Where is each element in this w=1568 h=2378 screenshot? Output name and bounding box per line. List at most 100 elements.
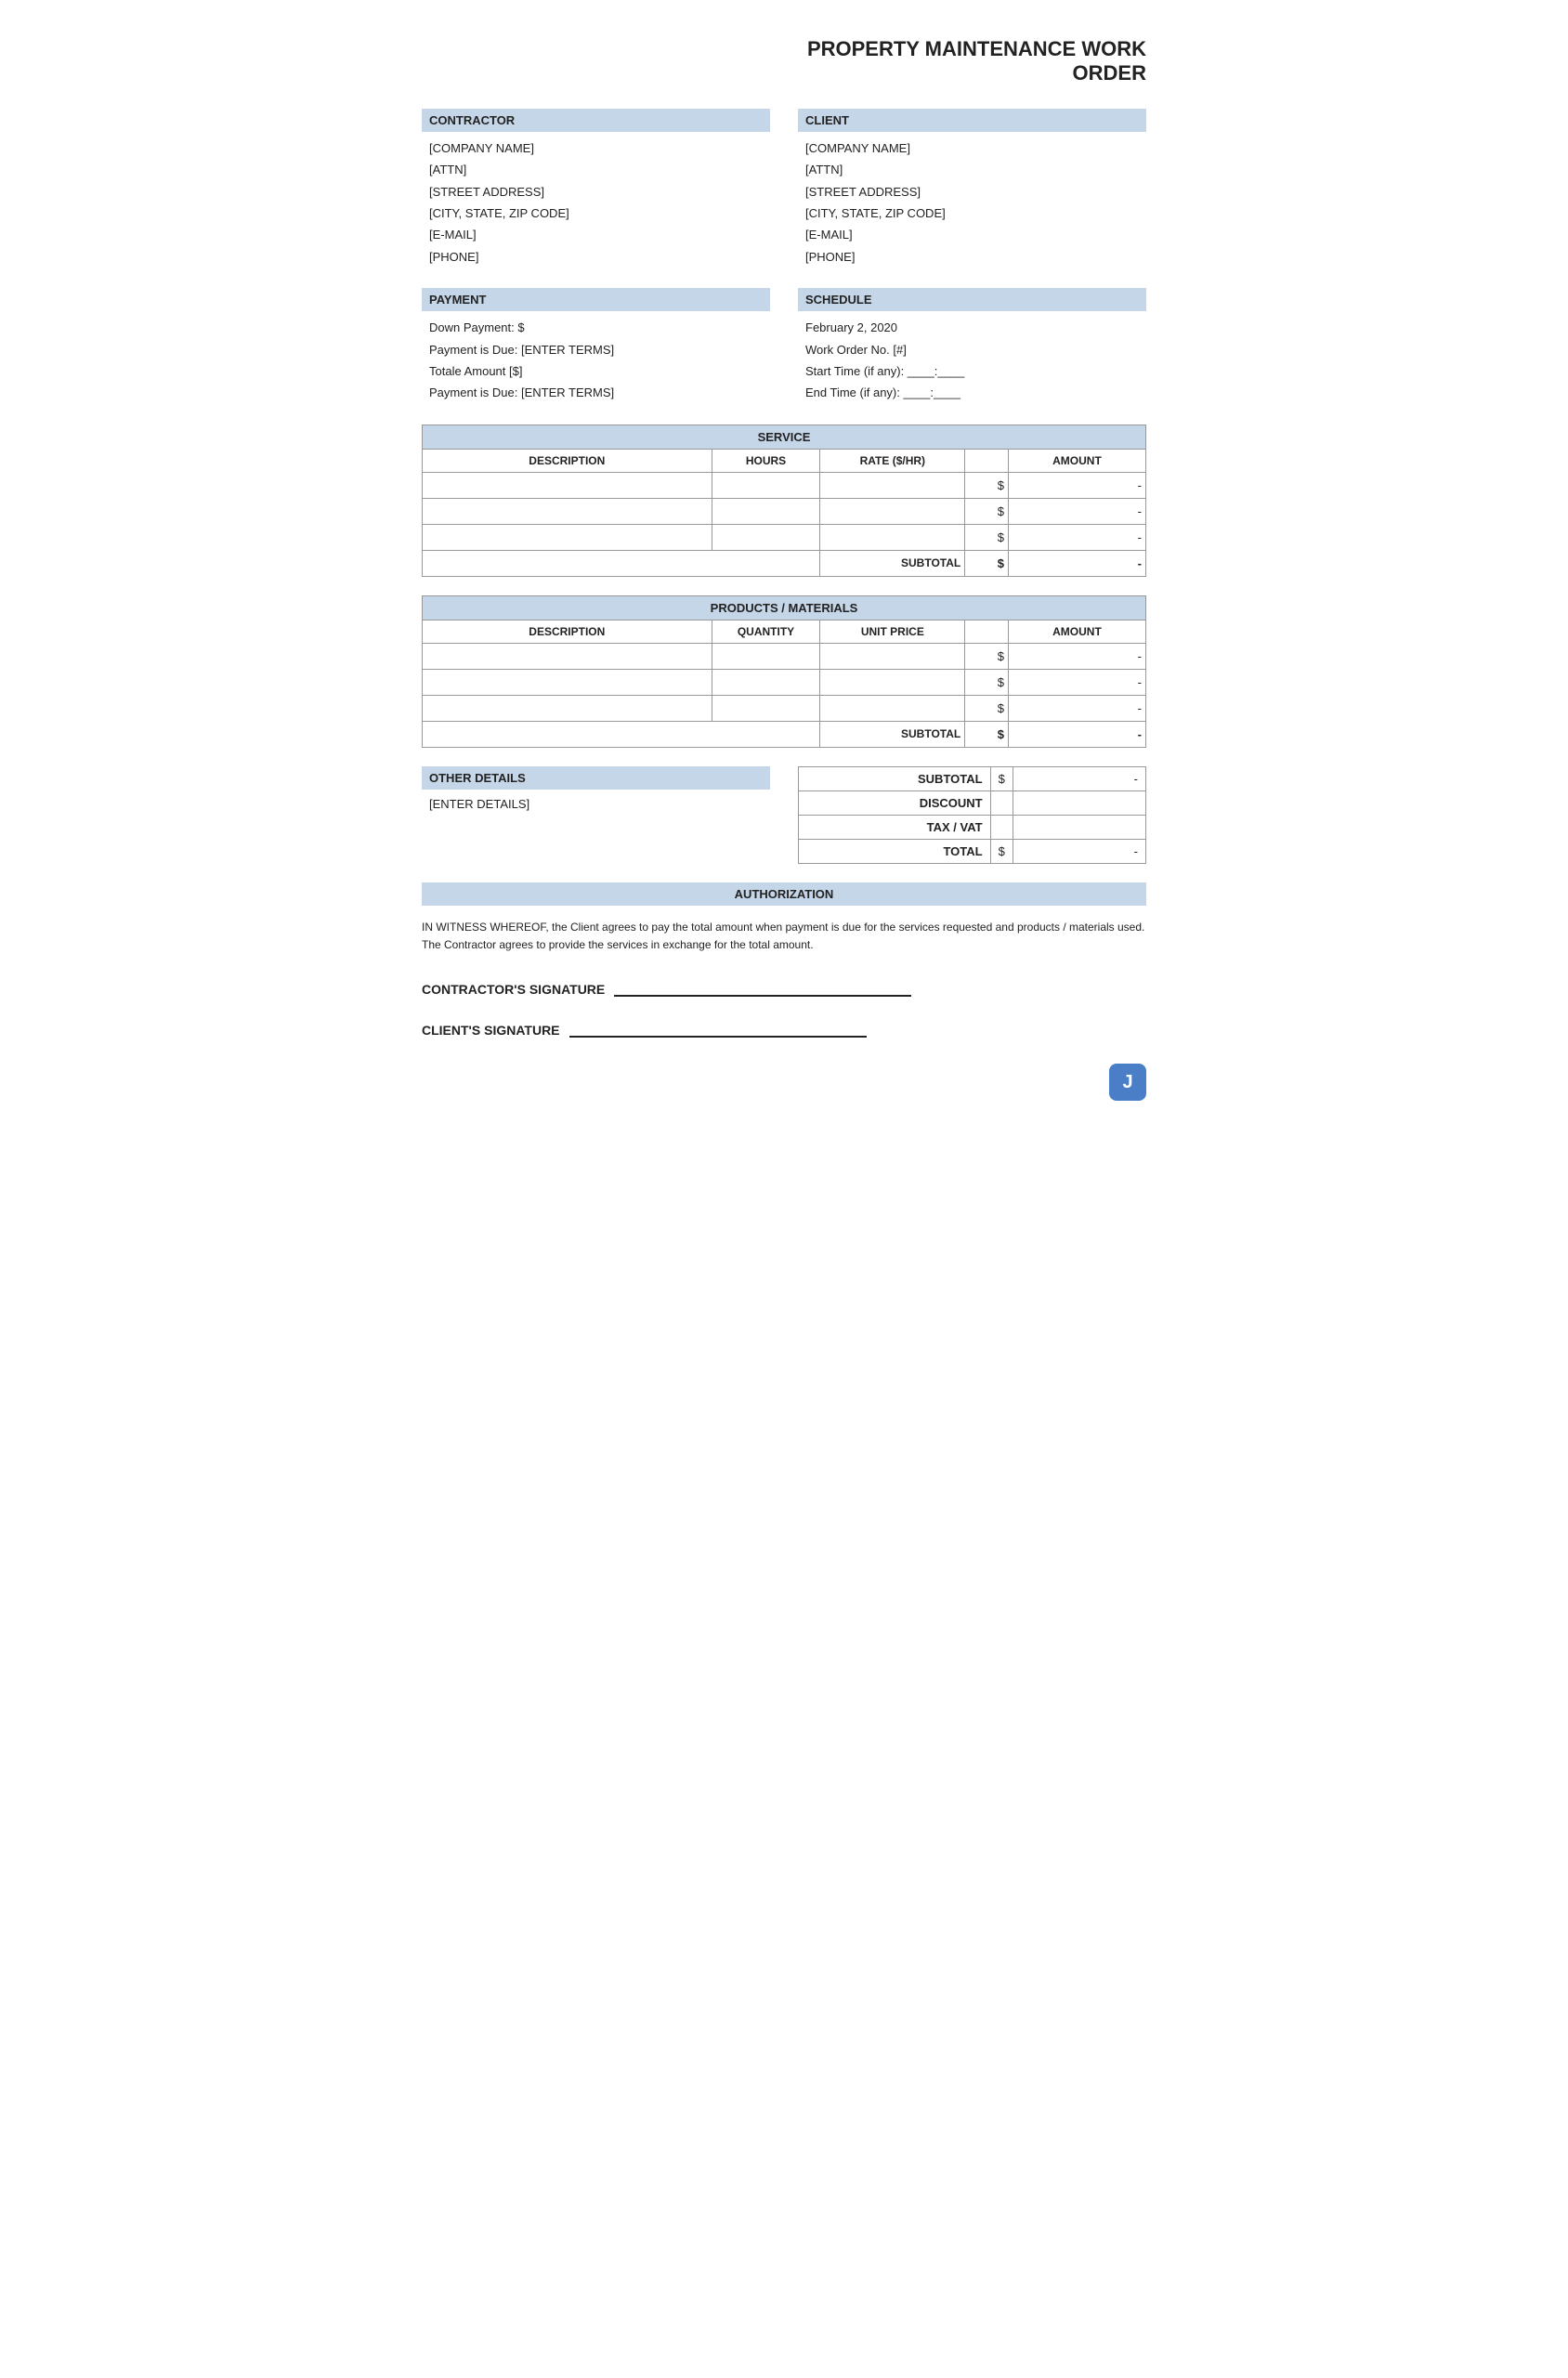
- schedule-block: SCHEDULE February 2, 2020 Work Order No.…: [798, 288, 1146, 406]
- products-desc-3: [423, 695, 712, 721]
- service-hours-2: [712, 498, 820, 524]
- client-attn: [ATTN]: [805, 159, 1139, 180]
- totals-total-row: TOTAL $ -: [799, 839, 1146, 863]
- contractor-signature-line: CONTRACTOR'S SIGNATURE: [422, 982, 1146, 997]
- service-table: SERVICE DESCRIPTION HOURS RATE ($/HR) AM…: [422, 425, 1146, 577]
- products-amount-3: -: [1008, 695, 1145, 721]
- service-subtotal-empty: [423, 550, 820, 576]
- payment-block: PAYMENT Down Payment: $ Payment is Due: …: [422, 288, 770, 406]
- contractor-header: CONTRACTOR: [422, 109, 770, 132]
- contractor-city: [CITY, STATE, ZIP CODE]: [429, 203, 763, 224]
- service-col-dollar: [965, 449, 1009, 472]
- totals-discount-dollar: [990, 790, 1013, 815]
- products-dollar-1: $: [965, 643, 1009, 669]
- totals-tax-dollar: [990, 815, 1013, 839]
- products-row-1: $ -: [423, 643, 1146, 669]
- totals-subtotal-row: SUBTOTAL $ -: [799, 766, 1146, 790]
- client-email: [E-MAIL]: [805, 224, 1139, 245]
- products-subtotal-empty: [423, 721, 820, 747]
- service-col-amount: AMOUNT: [1008, 449, 1145, 472]
- products-row-2: $ -: [423, 669, 1146, 695]
- title-line1: PROPERTY MAINTENANCE WORK: [807, 37, 1146, 60]
- other-details-header: OTHER DETAILS: [422, 766, 770, 790]
- client-phone: [PHONE]: [805, 246, 1139, 268]
- products-price-2: [820, 669, 965, 695]
- client-street: [STREET ADDRESS]: [805, 181, 1139, 203]
- service-dollar-1: $: [965, 472, 1009, 498]
- products-col-quantity: QUANTITY: [712, 620, 820, 643]
- contractor-attn: [ATTN]: [429, 159, 763, 180]
- client-signature-label: CLIENT'S SIGNATURE: [422, 1023, 560, 1038]
- service-row-3: $ -: [423, 524, 1146, 550]
- contractor-phone: [PHONE]: [429, 246, 763, 268]
- products-subtotal-label: SUBTOTAL: [820, 721, 965, 747]
- products-qty-3: [712, 695, 820, 721]
- products-price-1: [820, 643, 965, 669]
- client-body: [COMPANY NAME] [ATTN] [STREET ADDRESS] […: [798, 136, 1146, 269]
- totals-subtotal-dollar: $: [990, 766, 1013, 790]
- service-amount-2: -: [1008, 498, 1145, 524]
- products-table-header: PRODUCTS / MATERIALS: [423, 595, 1146, 620]
- service-row-1: $ -: [423, 472, 1146, 498]
- payment-total: Totale Amount [$]: [429, 360, 763, 382]
- totals-discount-row: DISCOUNT: [799, 790, 1146, 815]
- schedule-start: Start Time (if any): ____:____: [805, 360, 1139, 382]
- payment-body: Down Payment: $ Payment is Due: [ENTER T…: [422, 315, 770, 406]
- authorization-section: AUTHORIZATION IN WITNESS WHEREOF, the Cl…: [422, 882, 1146, 1038]
- bottom-section: OTHER DETAILS [ENTER DETAILS] SUBTOTAL $…: [422, 766, 1146, 864]
- totals-discount-value: [1013, 790, 1145, 815]
- service-subtotal-value: -: [1008, 550, 1145, 576]
- service-col-rate: RATE ($/HR): [820, 449, 965, 472]
- totals-tax-value: [1013, 815, 1145, 839]
- schedule-body: February 2, 2020 Work Order No. [#] Star…: [798, 315, 1146, 406]
- totals-subtotal-value: -: [1013, 766, 1145, 790]
- products-table: PRODUCTS / MATERIALS DESCRIPTION QUANTIT…: [422, 595, 1146, 748]
- client-city: [CITY, STATE, ZIP CODE]: [805, 203, 1139, 224]
- contractor-client-section: CONTRACTOR [COMPANY NAME] [ATTN] [STREET…: [422, 109, 1146, 269]
- contractor-signature-label: CONTRACTOR'S SIGNATURE: [422, 982, 605, 997]
- totals-subtotal-label: SUBTOTAL: [799, 766, 991, 790]
- service-col-description: DESCRIPTION: [423, 449, 712, 472]
- totals-tax-row: TAX / VAT: [799, 815, 1146, 839]
- totals-discount-label: DISCOUNT: [799, 790, 991, 815]
- schedule-end: End Time (if any): ____:____: [805, 382, 1139, 403]
- products-amount-2: -: [1008, 669, 1145, 695]
- contractor-street: [STREET ADDRESS]: [429, 181, 763, 203]
- products-dollar-2: $: [965, 669, 1009, 695]
- products-amount-1: -: [1008, 643, 1145, 669]
- document-title: PROPERTY MAINTENANCE WORK ORDER: [422, 37, 1146, 86]
- authorization-header: AUTHORIZATION: [422, 882, 1146, 906]
- payment-due1: Payment is Due: [ENTER TERMS]: [429, 339, 763, 360]
- service-rate-1: [820, 472, 965, 498]
- logo-badge: J: [422, 1064, 1146, 1101]
- service-amount-3: -: [1008, 524, 1145, 550]
- totals-total-dollar: $: [990, 839, 1013, 863]
- service-dollar-3: $: [965, 524, 1009, 550]
- title-line2: ORDER: [1073, 61, 1146, 85]
- client-block: CLIENT [COMPANY NAME] [ATTN] [STREET ADD…: [798, 109, 1146, 269]
- service-desc-3: [423, 524, 712, 550]
- service-desc-2: [423, 498, 712, 524]
- service-subtotal-row: SUBTOTAL $ -: [423, 550, 1146, 576]
- client-signature-line: CLIENT'S SIGNATURE: [422, 1023, 1146, 1038]
- products-qty-1: [712, 643, 820, 669]
- client-sig-underline: [569, 1036, 867, 1038]
- products-desc-2: [423, 669, 712, 695]
- service-col-hours: HOURS: [712, 449, 820, 472]
- logo-icon: J: [1109, 1064, 1146, 1101]
- payment-down: Down Payment: $: [429, 317, 763, 338]
- products-subtotal-row: SUBTOTAL $ -: [423, 721, 1146, 747]
- products-subtotal-dollar: $: [965, 721, 1009, 747]
- other-details-body: [ENTER DETAILS]: [422, 793, 770, 815]
- products-col-amount: AMOUNT: [1008, 620, 1145, 643]
- client-company: [COMPANY NAME]: [805, 137, 1139, 159]
- service-dollar-2: $: [965, 498, 1009, 524]
- service-amount-1: -: [1008, 472, 1145, 498]
- contractor-block: CONTRACTOR [COMPANY NAME] [ATTN] [STREET…: [422, 109, 770, 269]
- schedule-header: SCHEDULE: [798, 288, 1146, 311]
- authorization-text: IN WITNESS WHEREOF, the Client agrees to…: [422, 919, 1146, 954]
- products-col-unit-price: UNIT PRICE: [820, 620, 965, 643]
- contractor-company: [COMPANY NAME]: [429, 137, 763, 159]
- contractor-body: [COMPANY NAME] [ATTN] [STREET ADDRESS] […: [422, 136, 770, 269]
- schedule-work-order: Work Order No. [#]: [805, 339, 1139, 360]
